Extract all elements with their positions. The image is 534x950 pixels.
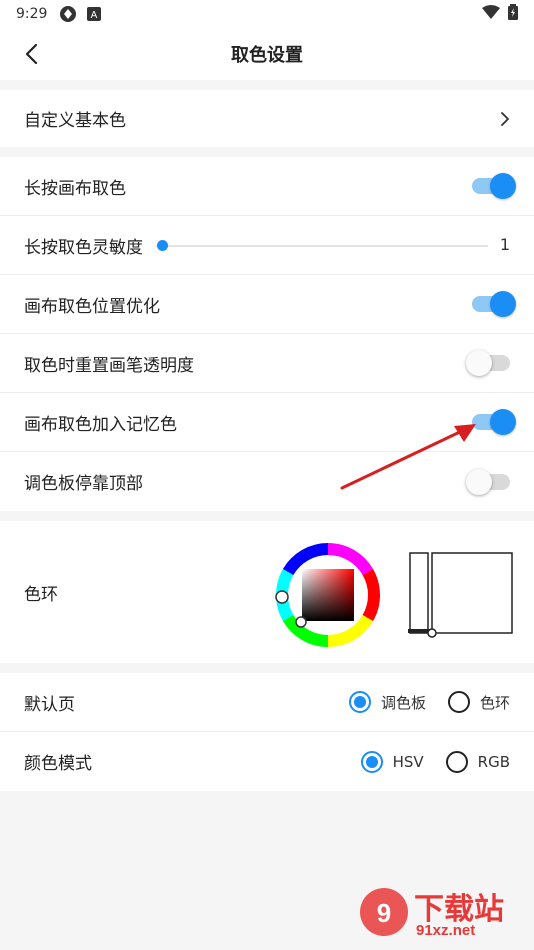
palette-top-label: 调色板停靠顶部 <box>24 474 143 494</box>
default-page-option-ring[interactable]: 色环 <box>447 691 510 713</box>
custom-base-color-label: 自定义基本色 <box>24 111 126 131</box>
color-mode-option-rgb-label: RGB <box>477 752 510 771</box>
position-opt-label: 画布取色位置优化 <box>24 296 160 317</box>
mode-section: 默认页 调色板 色环 颜色模式 HSV RGB <box>0 673 534 791</box>
back-arrow-icon <box>25 43 38 65</box>
radio-checked-icon <box>348 691 371 713</box>
annotation-arrow-icon <box>340 424 476 490</box>
default-page-row: 默认页 调色板 色环 <box>0 673 534 732</box>
sensitivity-slider-handle[interactable] <box>157 240 168 251</box>
watermark-url: 91xz.net <box>416 922 476 939</box>
color-mode-option-hsv-label: HSV <box>392 752 424 771</box>
reset-opacity-label: 取色时重置画笔透明度 <box>24 355 194 376</box>
color-mode-option-rgb[interactable]: RGB <box>445 750 510 773</box>
reset-opacity-row: 取色时重置画笔透明度 <box>0 334 534 393</box>
reset-opacity-toggle[interactable] <box>466 350 510 376</box>
a-notification-icon: A <box>85 5 103 23</box>
color-ring-section: 色环 <box>0 521 534 663</box>
app-notification-icon <box>59 5 77 23</box>
default-page-option-palette-label: 调色板 <box>380 693 426 712</box>
radio-unchecked-icon <box>445 750 468 773</box>
color-ring-label: 色环 <box>24 584 58 605</box>
wifi-icon <box>482 5 500 23</box>
hue-handle <box>275 590 289 604</box>
color-wheel-preview[interactable] <box>274 521 384 663</box>
custom-base-color-row[interactable]: 自定义基本色 <box>0 90 534 147</box>
chevron-right-icon <box>500 111 510 127</box>
color-mode-row: 颜色模式 HSV RGB <box>0 732 534 791</box>
palette-preview[interactable] <box>406 521 516 663</box>
sensitivity-slider-track[interactable] <box>156 245 488 247</box>
color-ring-row: 色环 <box>0 521 534 663</box>
watermark: 9 下载站 91xz.net <box>354 870 534 950</box>
page-title: 取色设置 <box>231 45 303 66</box>
radio-checked-icon <box>360 750 383 773</box>
long-press-pick-label: 长按画布取色 <box>24 178 126 199</box>
default-page-option-ring-label: 色环 <box>479 693 510 712</box>
add-memory-label: 画布取色加入记忆色 <box>24 414 177 435</box>
sensitivity-row: 长按取色灵敏度 1 <box>0 216 534 275</box>
long-press-pick-toggle[interactable] <box>472 173 516 199</box>
radio-unchecked-icon <box>447 691 470 713</box>
back-button[interactable] <box>18 40 46 68</box>
default-page-label: 默认页 <box>24 694 75 715</box>
status-time: 9:29 <box>16 6 48 22</box>
battery-icon <box>508 4 518 24</box>
position-opt-row: 画布取色位置优化 <box>0 275 534 334</box>
color-mode-label: 颜色模式 <box>24 754 92 774</box>
saturation-handle <box>295 616 307 628</box>
custom-color-section: 自定义基本色 <box>0 90 534 147</box>
svg-text:9: 9 <box>377 898 391 928</box>
status-bar: 9:29 A <box>0 0 534 28</box>
position-opt-toggle[interactable] <box>472 291 516 317</box>
default-page-option-palette[interactable]: 调色板 <box>348 691 426 713</box>
sensitivity-value: 1 <box>499 235 510 254</box>
svg-text:A: A <box>91 10 98 21</box>
sensitivity-label: 长按取色灵敏度 <box>24 237 143 258</box>
long-press-pick-row: 长按画布取色 <box>0 157 534 216</box>
color-mode-option-hsv[interactable]: HSV <box>360 750 424 773</box>
title-bar: 取色设置 <box>0 28 534 80</box>
